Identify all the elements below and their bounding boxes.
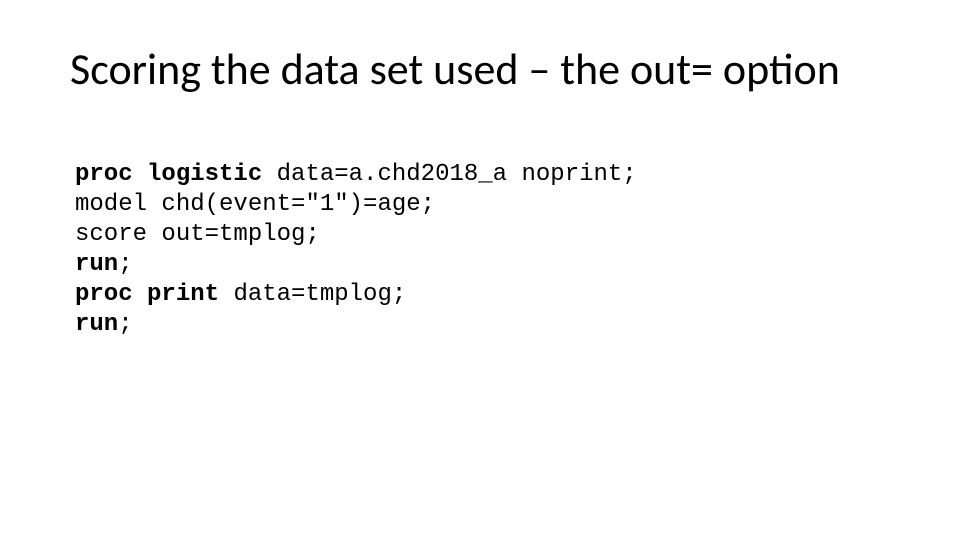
code-kw-run: run: [75, 311, 118, 338]
code-block: proc logistic data=a.chd2018_a noprint; …: [75, 160, 637, 340]
slide: Scoring the data set used – the out= opt…: [0, 0, 960, 540]
code-text: model chd(event="1")=age;: [75, 191, 435, 218]
code-text: =tmplog;: [291, 281, 406, 308]
code-kw-run: run: [75, 251, 118, 278]
code-opt-data: data: [277, 161, 335, 188]
code-kw-proc: proc: [75, 161, 133, 188]
code-text: score out=tmplog;: [75, 221, 320, 248]
code-text: ;: [118, 251, 132, 278]
code-opt-data: data: [233, 281, 291, 308]
slide-title: Scoring the data set used – the out= opt…: [70, 42, 840, 96]
code-kw-proc: proc: [75, 281, 133, 308]
code-kw-print: print: [147, 281, 219, 308]
code-kw-logistic: logistic: [147, 161, 262, 188]
code-text: =a.chd2018_a noprint;: [334, 161, 636, 188]
code-text: ;: [118, 311, 132, 338]
